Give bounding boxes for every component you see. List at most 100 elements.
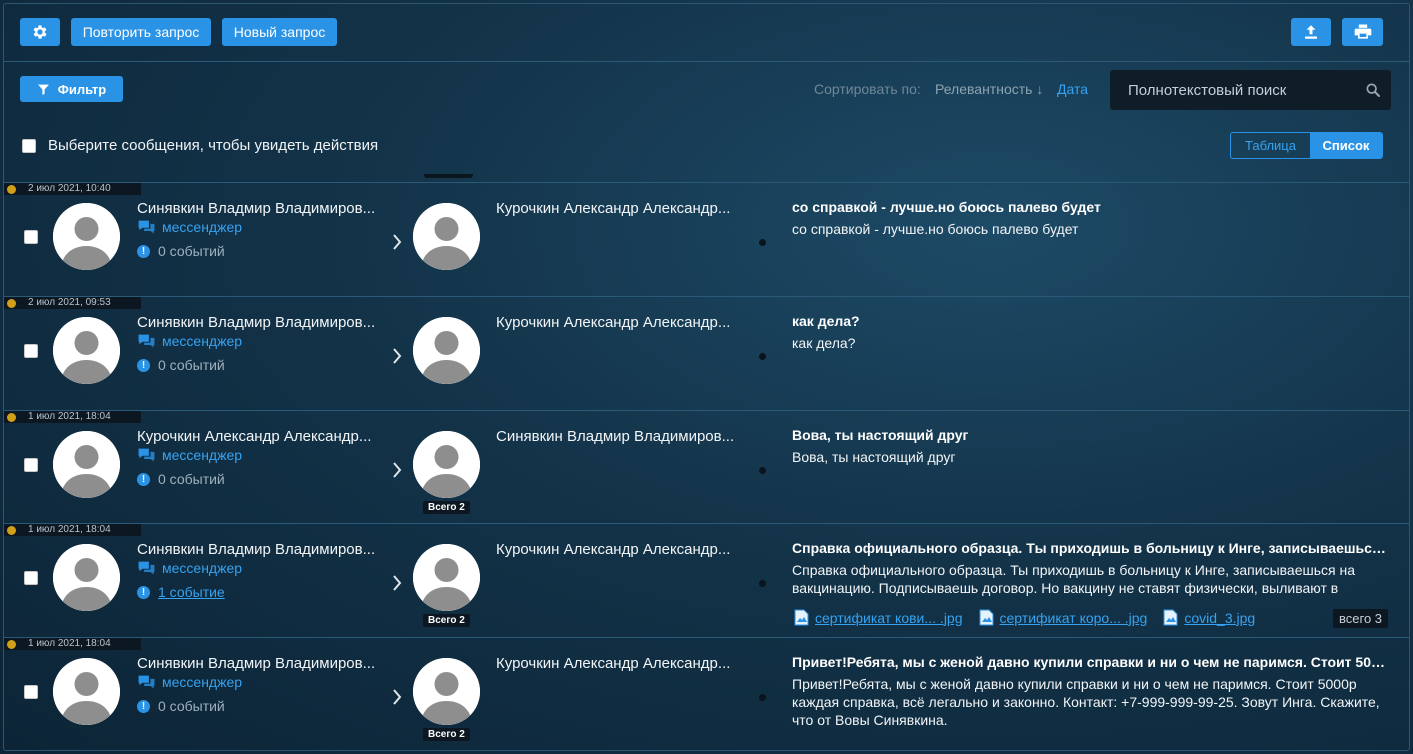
sender-avatar [53, 317, 120, 384]
person-silhouette-icon [53, 544, 120, 611]
view-list-button[interactable]: Список [1310, 133, 1382, 158]
channel: мессенджер [137, 447, 242, 463]
sort-date[interactable]: Дата [1057, 81, 1088, 97]
message-subject: как дела? [792, 313, 860, 329]
recipient-name[interactable]: Курочкин Александр Александр... [496, 314, 730, 331]
filter-label: Фильтр [57, 81, 107, 97]
recipient-avatar [413, 203, 480, 270]
chevron-right-icon [393, 234, 402, 250]
chevron-right-icon [393, 348, 402, 364]
row-divider [4, 182, 1409, 183]
message-date: 2 июл 2021, 10:40 [4, 183, 141, 195]
message-checkbox[interactable] [24, 571, 38, 585]
view-table-button[interactable]: Таблица [1231, 133, 1310, 158]
search-box [1110, 70, 1391, 110]
search-input[interactable] [1110, 81, 1350, 99]
chevron-right-icon [393, 462, 402, 478]
recipient-avatar [413, 658, 480, 725]
sender-name[interactable]: Синявкин Владмир Владимиров... [137, 200, 375, 217]
filter-icon [37, 84, 49, 95]
message-body: Справка официального образца. Ты приходи… [792, 562, 1355, 596]
row-divider [4, 637, 1409, 638]
row-divider [4, 410, 1409, 411]
separator-dot [759, 353, 766, 360]
message-subject: со справкой - лучше.но боюсь палево буде… [792, 199, 1101, 215]
select-all-checkbox[interactable] [22, 139, 36, 153]
print-button[interactable] [1342, 18, 1383, 46]
attachment-name[interactable]: сертификат кови... .jpg [815, 610, 963, 626]
message-checkbox[interactable] [24, 458, 38, 472]
recipients-total-badge: Всего 2 [423, 501, 470, 514]
recipient-name[interactable]: Курочкин Александр Александр... [496, 655, 730, 672]
channel: мессенджер [137, 674, 242, 690]
scroll-notch [424, 174, 473, 178]
sender-avatar [53, 203, 120, 270]
person-silhouette-icon [413, 658, 480, 725]
attachments: сертификат кови... .jpg сертификат коро..… [794, 609, 1255, 626]
message-date: 1 июл 2021, 18:04 [4, 524, 141, 536]
recipient-name[interactable]: Курочкин Александр Александр... [496, 200, 730, 217]
message-row[interactable]: 2 июл 2021, 10:40 Синявкин Владмир Владим… [4, 182, 1409, 294]
person-silhouette-icon [413, 544, 480, 611]
recipient-name[interactable]: Курочкин Александр Александр... [496, 541, 730, 558]
repeat-request-button[interactable]: Повторить запрос [71, 18, 211, 46]
chevron-right-icon [393, 575, 402, 591]
attachment-link[interactable]: сертификат кови... .jpg [794, 609, 963, 626]
info-icon: ! [137, 472, 150, 486]
message-body: Привет!Ребята, мы с женой давно купили с… [792, 676, 1380, 728]
sender-name[interactable]: Синявкин Владмир Владимиров... [137, 314, 375, 331]
events-count: 0 событий [158, 357, 225, 373]
separator-dot [759, 694, 766, 701]
chat-bubbles-icon [138, 675, 155, 689]
sender-name[interactable]: Синявкин Владмир Владимиров... [137, 541, 375, 558]
message-checkbox[interactable] [24, 230, 38, 244]
attachment-name[interactable]: сертификат коро... .jpg [1000, 610, 1148, 626]
message-body: Вова, ты настоящий друг [792, 449, 956, 465]
message-checkbox[interactable] [24, 685, 38, 699]
message-subject: Вова, ты настоящий друг [792, 427, 969, 443]
message-row[interactable]: 1 июл 2021, 18:04 Курочкин Александр Алек… [4, 410, 1409, 522]
channel-label: мессенджер [162, 674, 243, 690]
recipient-avatar [413, 317, 480, 384]
search-icon[interactable] [1365, 82, 1381, 98]
chat-bubbles-icon [138, 334, 155, 348]
gear-icon [33, 25, 47, 39]
sender-name[interactable]: Синявкин Владмир Владимиров... [137, 655, 375, 672]
chat-bubbles-icon [138, 220, 155, 234]
events-count[interactable]: 1 событие [158, 584, 225, 600]
filter-button[interactable]: Фильтр [20, 76, 123, 102]
message-checkbox[interactable] [24, 344, 38, 358]
status-dot [7, 185, 16, 194]
recipient-avatar [413, 544, 480, 611]
channel-label: мессенджер [162, 447, 243, 463]
new-request-button[interactable]: Новый запрос [222, 18, 337, 46]
attachment-link[interactable]: сертификат коро... .jpg [979, 609, 1148, 626]
recipient-name[interactable]: Синявкин Владмир Владимиров... [496, 428, 734, 445]
attachment-link[interactable]: covid_3.jpg [1163, 609, 1255, 626]
person-silhouette-icon [53, 658, 120, 725]
view-toggle: Таблица Список [1230, 132, 1383, 159]
status-dot [7, 413, 16, 422]
image-file-icon [1163, 609, 1178, 626]
message-row[interactable]: 2 июл 2021, 09:53 Синявкин Владмир Владим… [4, 296, 1409, 408]
events[interactable]: ! 1 событие [137, 584, 225, 600]
settings-button[interactable] [20, 18, 60, 46]
message-subject: Справка официального образца. Ты приходи… [792, 540, 1387, 556]
person-silhouette-icon [413, 317, 480, 384]
events-count: 0 событий [158, 471, 225, 487]
sender-name[interactable]: Курочкин Александр Александр... [137, 428, 371, 445]
message-row[interactable]: 1 июл 2021, 18:04 Синявкин Владмир Владим… [4, 637, 1409, 749]
sort-relevance[interactable]: Релевантность ↓ [935, 81, 1043, 97]
attachments-total: всего 3 [1333, 609, 1389, 628]
attachment-name[interactable]: covid_3.jpg [1184, 610, 1255, 626]
chevron-right-icon [393, 689, 402, 705]
events: ! 0 событий [137, 698, 225, 714]
separator-dot [759, 467, 766, 474]
status-dot [7, 526, 16, 535]
info-icon: ! [137, 699, 150, 713]
separator-dot [759, 580, 766, 587]
sender-avatar [53, 431, 120, 498]
message-row[interactable]: 1 июл 2021, 18:04 Синявкин Владмир Владим… [4, 523, 1409, 635]
export-button[interactable] [1291, 18, 1331, 46]
person-silhouette-icon [53, 317, 120, 384]
